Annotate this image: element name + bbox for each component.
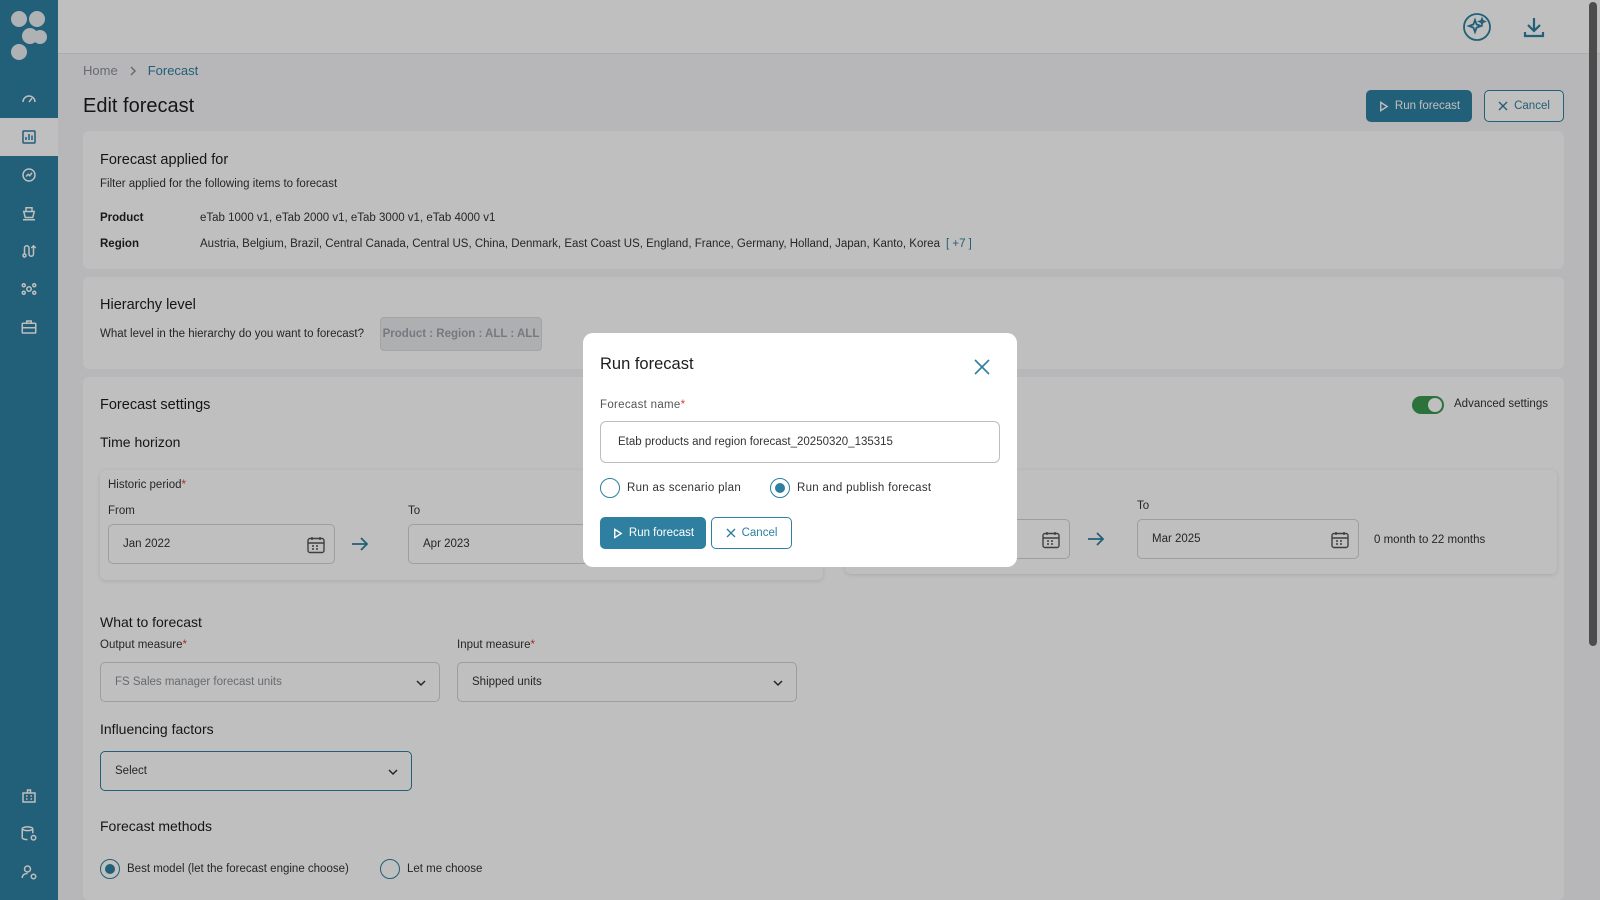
run-forecast-dialog: Run forecast Forecast name* Etab product… [583,333,1017,567]
radio-circle [770,478,790,498]
close-icon[interactable] [973,358,991,376]
dialog-run-label: Run forecast [628,527,695,539]
close-icon [726,528,736,538]
play-icon [613,527,623,539]
radio-circle [600,478,620,498]
forecast-name-value: Etab products and region forecast_202503… [618,436,893,448]
dialog-cancel-label: Cancel [741,527,778,539]
radio-dot [775,483,785,493]
radio-publish-forecast[interactable]: Run and publish forecast [770,478,931,498]
radio-scenario-plan[interactable]: Run as scenario plan [600,478,741,498]
forecast-name-input[interactable]: Etab products and region forecast_202503… [600,421,1000,463]
scenario-plan-label: Run as scenario plan [627,482,742,494]
dialog-cancel-button[interactable]: Cancel [711,517,792,549]
forecast-name-text: Forecast name [600,399,681,411]
publish-forecast-label: Run and publish forecast [797,482,932,494]
dialog-title: Run forecast [600,355,694,373]
forecast-name-label: Forecast name* [600,399,686,411]
dialog-run-forecast-button[interactable]: Run forecast [600,517,706,549]
